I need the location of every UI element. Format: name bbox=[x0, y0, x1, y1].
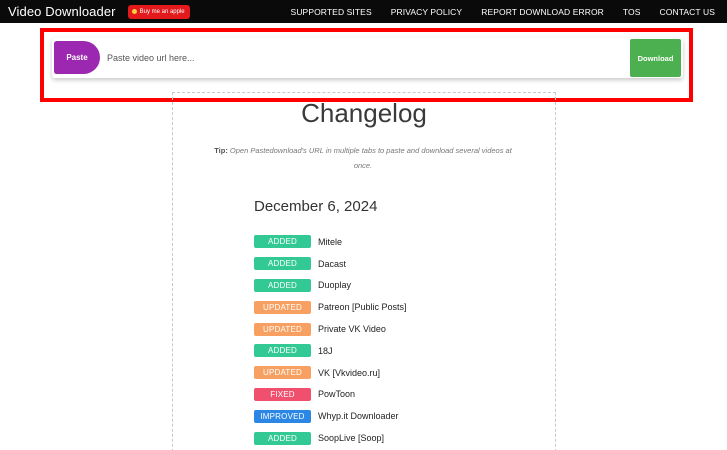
download-button[interactable]: Download bbox=[630, 39, 681, 77]
tip-label: Tip: bbox=[214, 146, 228, 155]
nav-tos[interactable]: TOS bbox=[623, 7, 641, 17]
changelog-item: UPDATED Private VK Video bbox=[254, 318, 407, 340]
nav-menu: SUPPORTED SITES PRIVACY POLICY REPORT DO… bbox=[291, 0, 715, 23]
change-type-badge: ADDED bbox=[254, 278, 311, 292]
changelog-item: IMPROVED Whyp.it Downloader bbox=[254, 405, 407, 427]
change-type-badge: ADDED bbox=[254, 344, 311, 358]
video-url-input[interactable] bbox=[107, 50, 607, 66]
changelog-item: ADDED Mitele bbox=[254, 231, 407, 253]
changelog-date: December 6, 2024 bbox=[254, 198, 378, 215]
nav-contact-us[interactable]: CONTACT US bbox=[660, 7, 715, 17]
site-name: Patreon [Public Posts] bbox=[318, 302, 407, 313]
brand-logo[interactable]: Video Downloader bbox=[8, 4, 116, 19]
site-name: 18J bbox=[318, 345, 333, 356]
changelog-item: ADDED Duoplay bbox=[254, 275, 407, 297]
buy-me-apple-label: Buy me an apple bbox=[139, 8, 185, 15]
changelog-item: ADDED 18J bbox=[254, 340, 407, 362]
change-type-badge: ADDED bbox=[254, 235, 311, 249]
change-type-badge: UPDATED bbox=[254, 322, 311, 336]
change-type-badge: IMPROVED bbox=[254, 409, 311, 423]
nav-report-download-error[interactable]: REPORT DOWNLOAD ERROR bbox=[481, 7, 604, 17]
changelog-item: UPDATED Patreon [Public Posts] bbox=[254, 296, 407, 318]
url-bar: Paste Download bbox=[52, 38, 683, 78]
nav-supported-sites[interactable]: SUPPORTED SITES bbox=[291, 7, 372, 17]
site-name: Dacast bbox=[318, 258, 347, 269]
changelog-list: ADDED Mitele ADDED Dacast ADDED Duoplay UPDATE… bbox=[254, 231, 407, 449]
changelog-item: ADDED Dacast bbox=[254, 253, 407, 275]
change-type-badge: ADDED bbox=[254, 431, 311, 445]
changelog-panel: Changelog Tip: Open Pastedownload's URL … bbox=[172, 92, 556, 450]
site-name: Whyp.it Downloader bbox=[318, 411, 399, 422]
nav-privacy-policy[interactable]: PRIVACY POLICY bbox=[391, 7, 462, 17]
changelog-item: FIXED PowToon bbox=[254, 384, 407, 406]
tip-text: Tip: Open Pastedownload's URL in multipl… bbox=[213, 143, 513, 173]
page-title: Changelog bbox=[301, 98, 427, 128]
site-name: PowToon bbox=[318, 389, 356, 400]
change-type-badge: ADDED bbox=[254, 257, 311, 271]
change-type-badge: FIXED bbox=[254, 387, 311, 401]
site-name: Private VK Video bbox=[318, 324, 386, 335]
tip-body: Open Pastedownload's URL in multiple tab… bbox=[229, 146, 512, 170]
paste-button[interactable]: Paste bbox=[54, 41, 100, 74]
site-name: SoopLive [Soop] bbox=[318, 433, 385, 444]
changelog-item: UPDATED VK [Vkvideo.ru] bbox=[254, 362, 407, 384]
site-name: Duoplay bbox=[318, 280, 352, 291]
search-highlight-frame: Paste Download bbox=[40, 28, 693, 102]
change-type-badge: UPDATED bbox=[254, 366, 311, 380]
top-navbar: Video Downloader Buy me an apple SUPPORT… bbox=[0, 0, 727, 23]
buy-me-apple-button[interactable]: Buy me an apple bbox=[127, 4, 190, 19]
site-name: VK [Vkvideo.ru] bbox=[318, 367, 381, 378]
changelog-item: ADDED SoopLive [Soop] bbox=[254, 427, 407, 449]
site-name: Mitele bbox=[318, 236, 343, 247]
apple-icon bbox=[131, 9, 137, 14]
change-type-badge: UPDATED bbox=[254, 300, 311, 314]
